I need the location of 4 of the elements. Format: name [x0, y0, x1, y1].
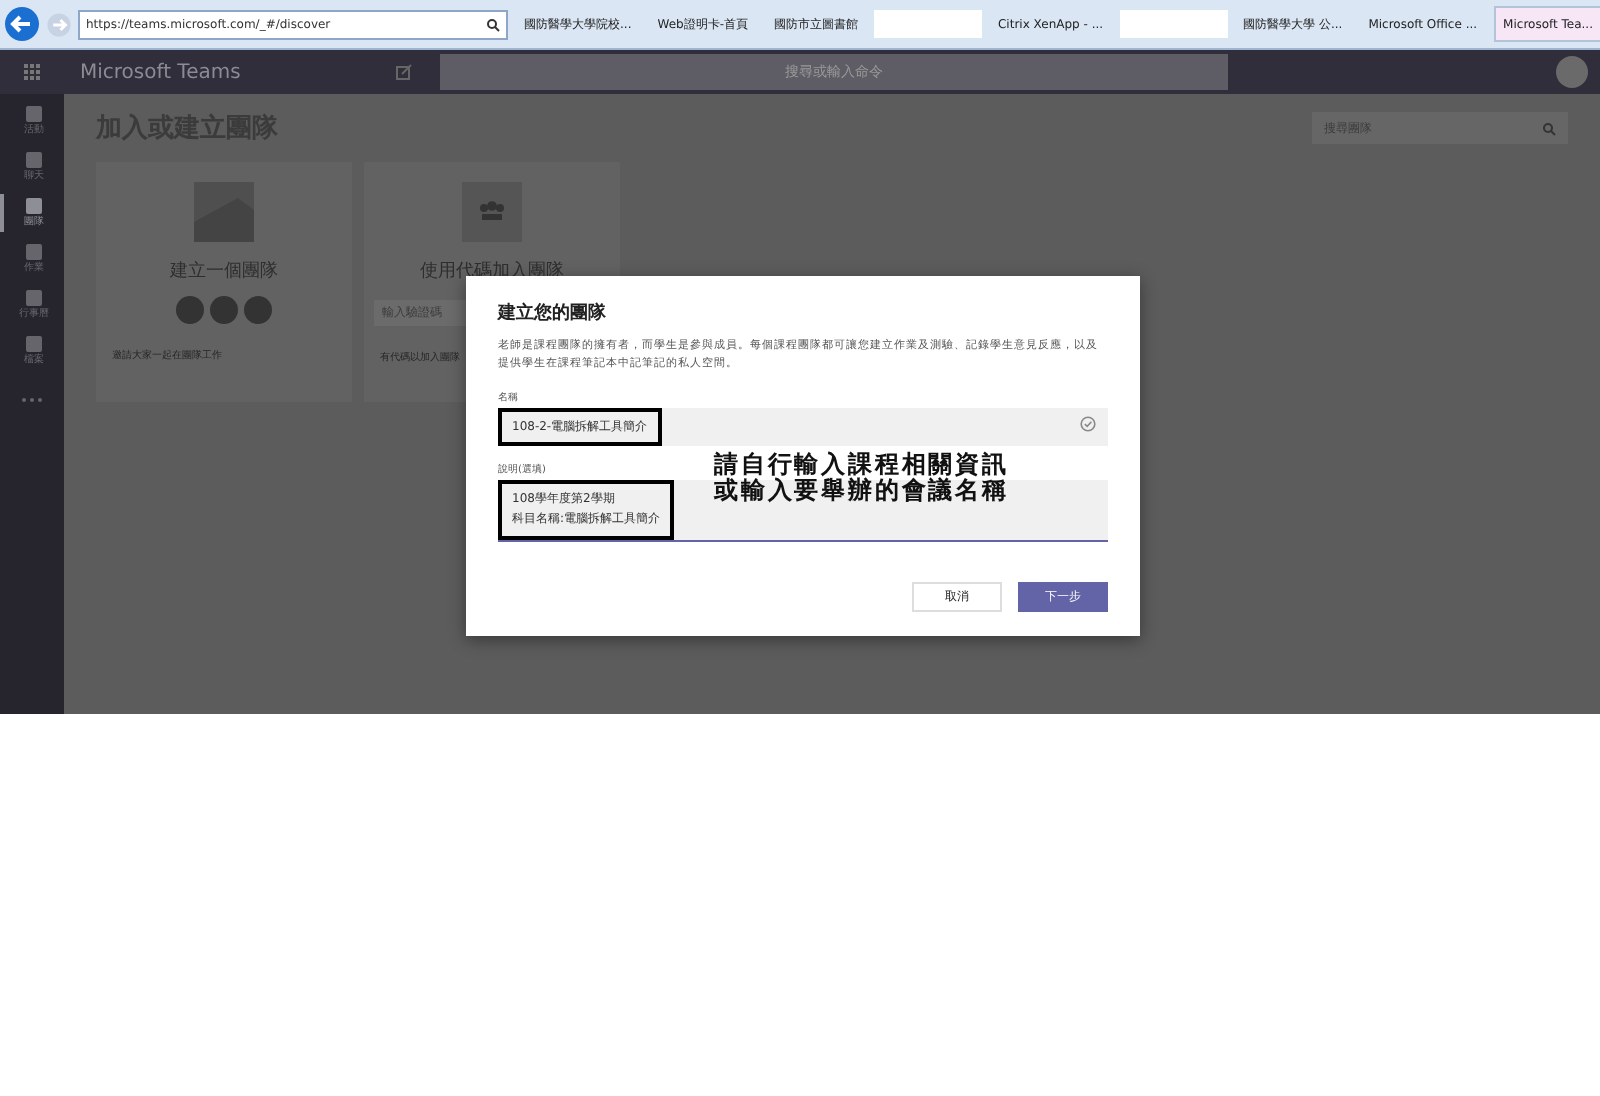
- dialog-title: 建立您的團隊: [498, 300, 608, 326]
- annotation-text: 請自行輸入課程相關資訊: [714, 452, 1009, 478]
- annotation-text: 或輸入要舉辦的會議名稱: [714, 477, 1009, 503]
- app-name: Microsoft Teams: [80, 61, 243, 83]
